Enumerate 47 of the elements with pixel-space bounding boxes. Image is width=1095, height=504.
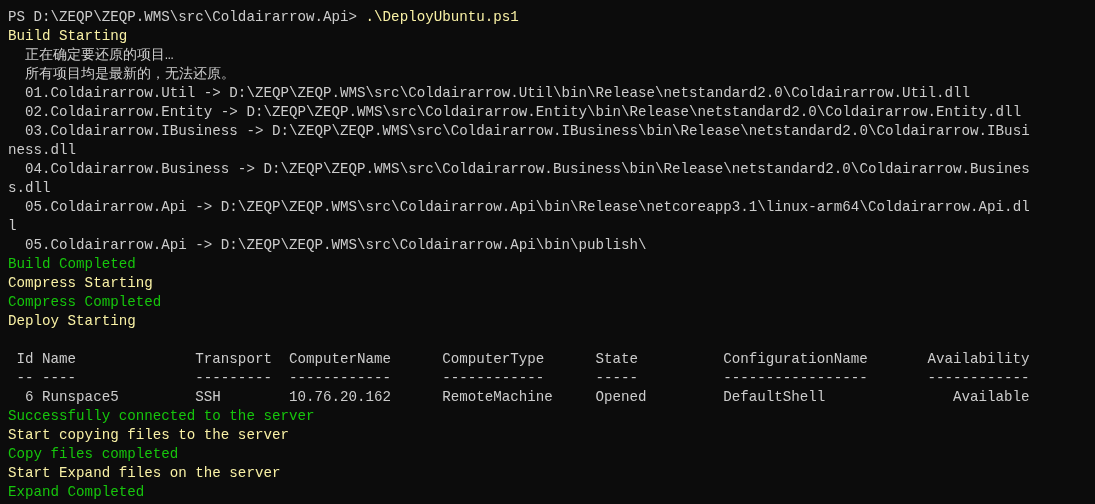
column-header: Availability <box>927 350 1030 369</box>
success-message: Successfully connected to the server <box>8 407 315 426</box>
table-cell: 6 <box>25 388 34 407</box>
column-underline: ---- <box>42 369 77 388</box>
column-underline: ----------------- <box>723 369 868 388</box>
output-line: 05.Coldairarrow.Api -> D:\ZEQP\ZEQP.WMS\src\Coldairarrow.Api\bin\publish\ <box>25 236 647 255</box>
prompt-path: PS D:\ZEQP\ZEQP.WMS\src\Coldairarrow.Api> <box>8 8 358 27</box>
column-underline: ----- <box>595 369 638 388</box>
success-message: Expand Completed <box>8 483 145 502</box>
output-line: 04.Coldairarrow.Business -> D:\ZEQP\ZEQP.WMS\src\Coldairarrow.Business\bin\Release\netstandard2.0\Coldairarrow.Busines <box>25 160 1030 179</box>
output-line: 02.Coldairarrow.Entity -> D:\ZEQP\ZEQP.WMS\src\Coldairarrow.Entity\bin\Release\netstandard2.0\Coldairarrow.Entity.dll <box>25 103 1022 122</box>
output-line: 05.Coldairarrow.Api -> D:\ZEQP\ZEQP.WMS\src\Coldairarrow.Api\bin\Release\netcoreapp3.1\linux-arm64\Coldairarrow.Api.dl <box>25 198 1030 217</box>
column-header: Transport <box>195 350 272 369</box>
output-line: 03.Coldairarrow.IBusiness -> D:\ZEQP\ZEQP.WMS\src\Coldairarrow.IBusiness\bin\Release\netstandard2.0\Coldairarrow.IBusi <box>25 122 1030 141</box>
column-header: ConfigurationName <box>723 350 868 369</box>
column-underline: ------------ <box>288 369 392 388</box>
table-cell: DefaultShell <box>723 388 826 407</box>
success-message: Copy files completed <box>8 445 179 464</box>
column-underline: -- <box>16 369 34 388</box>
status-message: Build Starting <box>8 27 128 46</box>
column-underline: --------- <box>195 369 272 388</box>
table-cell: 10.76.20.162 <box>288 388 392 407</box>
output-line: l <box>8 217 17 236</box>
success-message: Build Completed <box>8 255 136 274</box>
table-cell: SSH <box>195 388 221 407</box>
column-underline: ------------ <box>442 369 545 388</box>
output-line: 正在确定要还原的项目… <box>25 46 174 65</box>
output-line: s.dll <box>8 179 51 198</box>
table-cell: RemoteMachine <box>442 388 553 407</box>
column-underline: ------------ <box>927 369 1030 388</box>
column-header: State <box>595 350 638 369</box>
table-cell: Opened <box>595 388 647 407</box>
status-message: Compress Starting <box>8 274 153 293</box>
success-message: Compress Completed <box>8 293 162 312</box>
column-header: ComputerType <box>442 350 545 369</box>
command-text: .\DeployUbuntu.ps1 <box>365 8 519 27</box>
column-header: ComputerName <box>288 350 392 369</box>
output-line: 01.Coldairarrow.Util -> D:\ZEQP\ZEQP.WMS\src\Coldairarrow.Util\bin\Release\netstandard2.0\Coldairarrow.Util.dll <box>25 84 971 103</box>
column-header: Id <box>16 350 34 369</box>
status-message: Start copying files to the server <box>8 426 289 445</box>
table-cell: Runspace5 <box>42 388 119 407</box>
output-line: 所有项目均是最新的，无法还原。 <box>25 65 235 84</box>
status-message: Deploy Starting <box>8 312 136 331</box>
table-cell: Available <box>953 388 1030 407</box>
output-line: ness.dll <box>8 141 77 160</box>
status-message: Start Expand files on the server <box>8 464 281 483</box>
column-header: Name <box>42 350 77 369</box>
